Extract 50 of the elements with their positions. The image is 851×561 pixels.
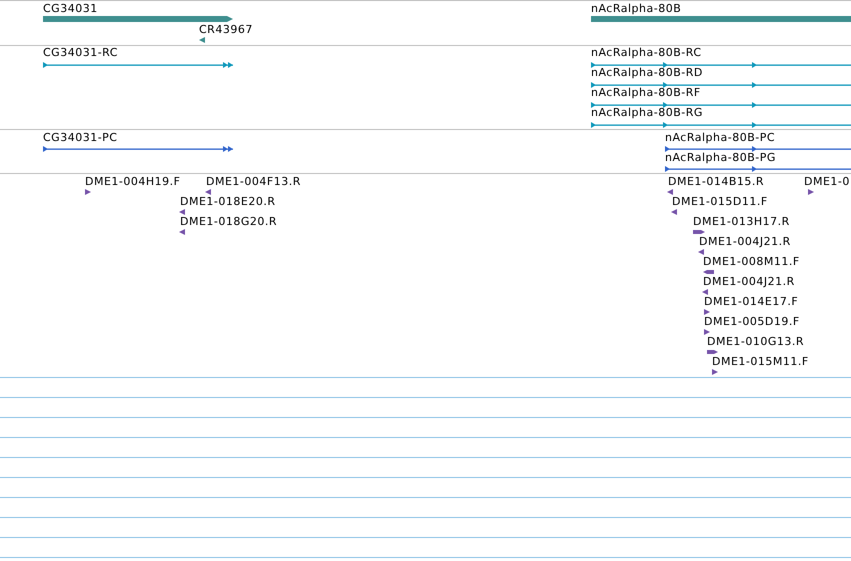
- strand-arrow-icon[interactable]: [704, 309, 710, 315]
- feature-label[interactable]: DME1-018G20.R: [180, 216, 278, 228]
- feature-label[interactable]: nAcRalpha-80B-RG: [591, 107, 703, 119]
- feature-label[interactable]: CG34031: [43, 3, 98, 15]
- feature-label[interactable]: DME1-013H17.R: [693, 216, 790, 228]
- transcript-line[interactable]: [665, 146, 851, 152]
- feature-label[interactable]: CG34031-RC: [43, 47, 118, 59]
- feature-label[interactable]: DME1-010G13.R: [707, 336, 804, 348]
- transcript-line[interactable]: [591, 62, 851, 68]
- feature-label[interactable]: nAcRalpha-80B-RD: [591, 67, 703, 79]
- strand-arrow-icon[interactable]: [205, 189, 211, 195]
- strand-arrow-icon[interactable]: [85, 189, 91, 195]
- feature-label[interactable]: CG34031-PC: [43, 132, 118, 144]
- feature-label[interactable]: DME1-004J21.R: [703, 276, 795, 288]
- feature-label[interactable]: DME1-004H19.F: [85, 176, 180, 188]
- strand-arrow-icon[interactable]: [698, 249, 704, 255]
- feature-label[interactable]: DME1-004F13.R: [206, 176, 301, 188]
- transcript-line[interactable]: [591, 102, 851, 108]
- strand-arrow-icon[interactable]: [667, 189, 673, 195]
- feature-label[interactable]: DME1-018E20.R: [180, 196, 276, 208]
- feature-label[interactable]: DME1-015M11.F: [712, 356, 809, 368]
- feature-label[interactable]: nAcRalpha-80B: [591, 3, 682, 15]
- strand-arrow-icon[interactable]: [703, 270, 714, 274]
- feature-label[interactable]: DME1-004J21.R: [699, 236, 791, 248]
- transcript-line[interactable]: [43, 62, 233, 68]
- strand-arrow-icon[interactable]: [179, 209, 185, 215]
- transcript-line[interactable]: [665, 166, 851, 172]
- feature-label[interactable]: DME1-015D11.F: [672, 196, 768, 208]
- feature-label[interactable]: nAcRalpha-80B-PC: [665, 132, 776, 144]
- transcript-line[interactable]: [591, 82, 851, 88]
- feature-label[interactable]: DME1-005D19.F: [704, 316, 800, 328]
- strand-arrow-icon[interactable]: [808, 189, 814, 195]
- strand-arrow-icon[interactable]: [712, 369, 718, 375]
- feature-label[interactable]: nAcRalpha-80B-PG: [665, 152, 776, 164]
- strand-arrow-icon[interactable]: [702, 289, 708, 295]
- feature-label[interactable]: DME1-008M11.F: [703, 256, 800, 268]
- feature-label[interactable]: CR43967: [199, 24, 253, 36]
- feature-label[interactable]: DME1-014E17.F: [704, 296, 798, 308]
- feature-label[interactable]: nAcRalpha-80B-RC: [591, 47, 702, 59]
- strand-arrow-icon[interactable]: [707, 350, 718, 354]
- feature-label[interactable]: DME1-0: [804, 176, 850, 188]
- strand-arrow-icon[interactable]: [704, 329, 710, 335]
- feature-label[interactable]: nAcRalpha-80B-RF: [591, 87, 701, 99]
- strand-arrow-icon[interactable]: [199, 37, 205, 43]
- transcript-line[interactable]: [591, 122, 851, 128]
- strand-arrow-icon[interactable]: [179, 229, 185, 235]
- strand-arrow-icon[interactable]: [671, 209, 677, 215]
- strand-arrow-icon[interactable]: [693, 230, 705, 234]
- transcript-line[interactable]: [43, 146, 233, 152]
- feature-label[interactable]: DME1-014B15.R: [668, 176, 764, 188]
